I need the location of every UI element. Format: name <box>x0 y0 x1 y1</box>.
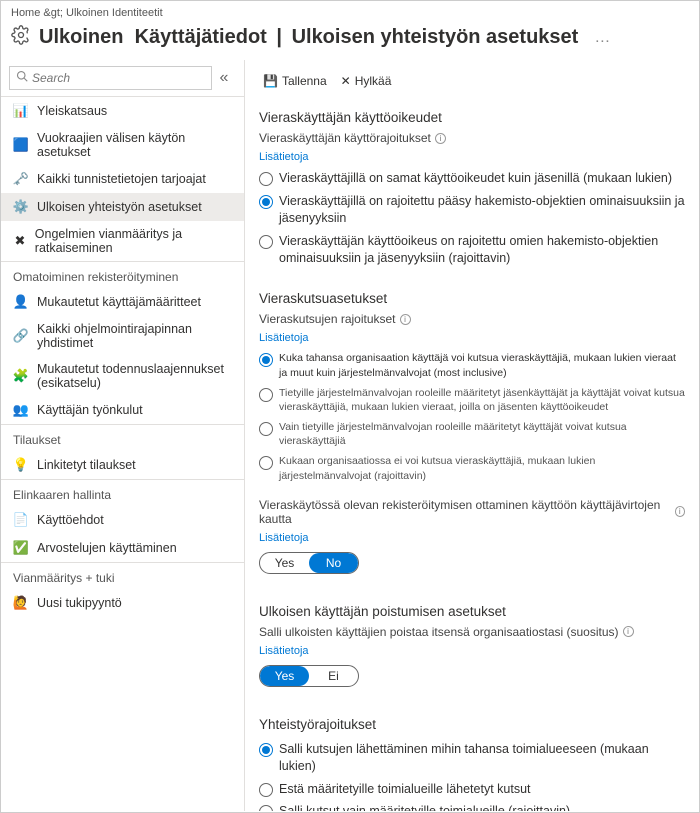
leave-toggle[interactable]: Yes Ei <box>259 665 359 687</box>
info-icon[interactable]: i <box>623 626 634 637</box>
save-icon: 💾 <box>263 74 278 88</box>
save-button[interactable]: 💾Tallenna <box>259 72 331 90</box>
toggle-yes[interactable]: Yes <box>260 666 309 686</box>
toolbar: 💾Tallenna ✕Hylkää <box>259 68 685 100</box>
info-icon[interactable]: i <box>435 133 446 144</box>
search-input[interactable] <box>32 71 205 85</box>
sidebar-group-selfservice: Omatoiminen rekisteröityminen <box>1 261 244 288</box>
guest-access-learn-link[interactable]: Lisätietoja <box>259 151 309 163</box>
sidebar-item-access-reviews[interactable]: ✅Arvostelujen käyttäminen <box>1 534 244 562</box>
sidebar-item-auth-ext[interactable]: 🧩Mukautetut todennuslaajennukset (esikat… <box>1 356 244 396</box>
page-title: Ulkoinen Käyttäjätiedot | Ulkoisen yhtei… <box>39 26 578 49</box>
info-icon[interactable]: i <box>400 314 411 325</box>
collab-heading: Yhteistyörajoitukset <box>259 717 685 732</box>
signup-learn-link[interactable]: Lisätietoja <box>259 532 309 544</box>
breadcrumb: Home &gt; Ulkoinen Identiteetit <box>1 1 699 21</box>
sidebar-item-diagnose[interactable]: ✖Ongelmien vianmääritys ja ratkaiseminen <box>1 221 244 261</box>
connector-icon: 🔗 <box>13 328 29 344</box>
toggle-yes[interactable]: Yes <box>260 553 309 573</box>
leave-learn-link[interactable]: Lisätietoja <box>259 645 309 657</box>
support-icon: 🙋 <box>13 595 29 611</box>
user-icon: 👤 <box>13 294 29 310</box>
check-icon: ✅ <box>13 540 29 556</box>
search-icon <box>16 69 32 87</box>
main-content: 💾Tallenna ✕Hylkää Vieraskäyttäjän käyttö… <box>245 60 699 811</box>
flow-icon: 👥 <box>13 402 29 418</box>
more-icon[interactable]: … <box>594 29 610 47</box>
guest-opt-3[interactable]: Vieraskäyttäjän käyttöoikeus on rajoitet… <box>259 230 685 270</box>
sidebar-item-user-flows[interactable]: 👥Käyttäjän työnkulut <box>1 396 244 424</box>
guest-access-heading: Vieraskäyttäjän käyttöoikeudet <box>259 110 685 125</box>
guest-opt-2[interactable]: Vieraskäyttäjillä on rajoitettu pääsy ha… <box>259 190 685 230</box>
overview-icon: 📊 <box>13 103 29 119</box>
leave-heading: Ulkoisen käyttäjän poistumisen asetukset <box>259 604 685 619</box>
sidebar-item-linked-subs[interactable]: 💡Linkitetyt tilaukset <box>1 451 244 479</box>
collab-opt-1[interactable]: Salli kutsujen lähettäminen mihin tahans… <box>259 738 685 778</box>
breadcrumb-current: Ulkoinen Identiteetit <box>66 7 163 19</box>
sidebar-item-custom-attrs[interactable]: 👤Mukautetut käyttäjämääritteet <box>1 288 244 316</box>
invite-opt-4[interactable]: Kukaan organisaatiossa ei voi kutsua vie… <box>259 451 685 485</box>
invite-learn-link[interactable]: Lisätietoja <box>259 332 309 344</box>
sidebar-item-external-collab[interactable]: ⚙️Ulkoisen yhteistyön asetukset <box>1 193 244 221</box>
info-icon[interactable]: i <box>675 506 685 517</box>
sidebar-group-lifecycle: Elinkaaren hallinta <box>1 479 244 506</box>
invite-opt-3[interactable]: Vain tietyille järjestelmänvalvojan rool… <box>259 417 685 451</box>
key-icon: 🗝️ <box>13 171 29 187</box>
collab-opt-3[interactable]: Salli kutsut vain määritetyille toimialu… <box>259 800 685 811</box>
tenant-icon: 🟦 <box>13 137 29 153</box>
invite-sub: Vieraskutsujen rajoitukseti <box>259 312 685 326</box>
close-icon: ✖ <box>13 233 27 249</box>
extension-icon: 🧩 <box>13 368 29 384</box>
sidebar-item-cross-tenant[interactable]: 🟦Vuokraajien välisen käytön asetukset <box>1 125 244 165</box>
sidebar-item-support[interactable]: 🙋Uusi tukipyyntö <box>1 589 244 617</box>
invite-heading: Vieraskutsuasetukset <box>259 291 685 306</box>
guest-opt-1[interactable]: Vieraskäyttäjillä on samat käyttöoikeude… <box>259 167 685 190</box>
gear-icon <box>11 25 31 50</box>
sidebar-item-overview[interactable]: 📊Yleiskatsaus <box>1 97 244 125</box>
collapse-sidebar-button[interactable]: « <box>212 69 236 87</box>
sidebar-group-support: Vianmääritys + tuki <box>1 562 244 589</box>
discard-button[interactable]: ✕Hylkää <box>337 72 396 90</box>
doc-icon: 📄 <box>13 512 29 528</box>
signup-toggle[interactable]: Yes No <box>259 552 359 574</box>
collab-opt-2[interactable]: Estä määritetyille toimialueille lähetet… <box>259 778 685 801</box>
signup-heading: Vieraskäytössä olevan rekisteröitymisen … <box>259 498 685 526</box>
bulb-icon: 💡 <box>13 457 29 473</box>
invite-opt-1[interactable]: Kuka tahansa organisaation käyttäjä voi … <box>259 348 685 382</box>
sidebar-item-identity-providers[interactable]: 🗝️Kaikki tunnistetietojen tarjoajat <box>1 165 244 193</box>
sidebar-item-api-connectors[interactable]: 🔗Kaikki ohjelmointirajapinnan yhdistimet <box>1 316 244 356</box>
sidebar-item-terms[interactable]: 📄Käyttöehdot <box>1 506 244 534</box>
gear-small-icon: ⚙️ <box>13 199 29 215</box>
toggle-no[interactable]: No <box>309 553 358 573</box>
invite-opt-2[interactable]: Tietyille järjestelmänvalvojan rooleille… <box>259 383 685 417</box>
page-title-row: Ulkoinen Käyttäjätiedot | Ulkoisen yhtei… <box>1 21 699 60</box>
discard-icon: ✕ <box>341 74 351 88</box>
guest-access-sub: Vieraskäyttäjän käyttörajoitukseti <box>259 131 685 145</box>
sidebar: « 📊Yleiskatsaus 🟦Vuokraajien välisen käy… <box>1 60 245 811</box>
leave-sub: Salli ulkoisten käyttäjien poistaa itsen… <box>259 625 685 639</box>
sidebar-group-subscriptions: Tilaukset <box>1 424 244 451</box>
search-box[interactable] <box>9 66 212 90</box>
breadcrumb-home[interactable]: Home &gt; <box>11 7 63 19</box>
toggle-no[interactable]: Ei <box>309 666 358 686</box>
